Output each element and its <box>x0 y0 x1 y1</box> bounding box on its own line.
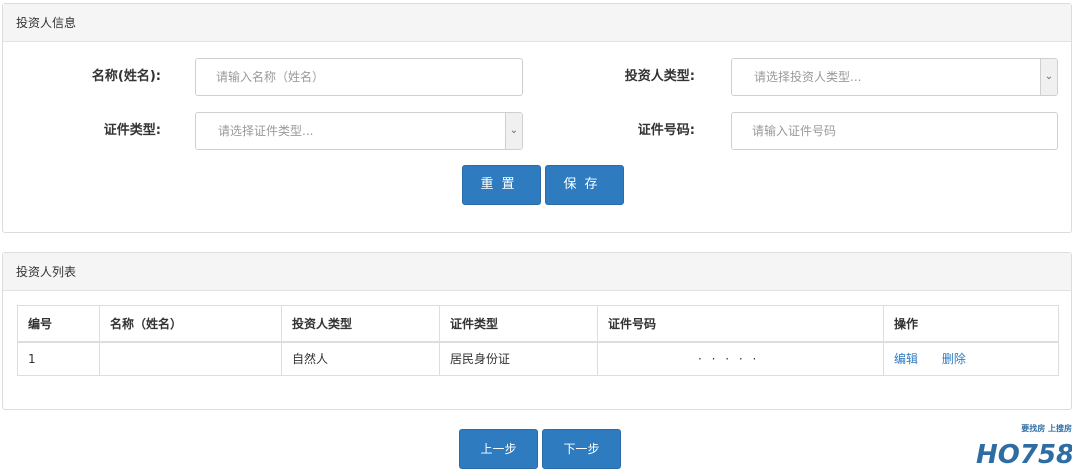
site-logo: 要找房 上搜房 HO758 <box>976 423 1074 470</box>
save-button[interactable]: 保存 <box>545 165 624 205</box>
investor-list-heading: 投资人列表 <box>3 253 1071 291</box>
column-header: 证件号码 <box>597 305 884 343</box>
table-row: 1 自然人 居民身份证 · · · · · 编辑 删除 <box>17 341 1059 376</box>
chevron-down-icon[interactable]: ⌄ <box>1040 59 1057 95</box>
cert-type-placeholder: 请选择证件类型... <box>218 124 314 138</box>
delete-link[interactable]: 删除 <box>942 352 966 366</box>
cert-type-select[interactable]: 请选择证件类型... ⌄ <box>195 112 523 150</box>
prev-step-button[interactable]: 上一步 <box>459 429 538 469</box>
cert-no-label: 证件号码: <box>637 123 695 138</box>
cell-name <box>99 341 282 376</box>
next-step-button[interactable]: 下一步 <box>542 429 621 469</box>
investor-table: 编号 名称（姓名） 投资人类型 证件类型 证件号码 操作 1 自然人 居民身份证… <box>17 305 1059 376</box>
cert-no-input[interactable] <box>731 112 1058 150</box>
investor-type-placeholder: 请选择投资人类型... <box>754 70 862 84</box>
cell-cert-type: 居民身份证 <box>439 341 598 376</box>
column-header: 编号 <box>17 305 100 343</box>
cell-no: 1 <box>17 341 100 376</box>
edit-link[interactable]: 编辑 <box>894 352 918 366</box>
name-input[interactable] <box>195 58 523 96</box>
investor-info-panel: 投资人信息 名称(姓名): 投资人类型: 请选择投资人类型... ⌄ 证件类型:… <box>2 3 1072 233</box>
cert-type-label: 证件类型: <box>103 123 161 138</box>
investor-list-panel: 投资人列表 编号 名称（姓名） 投资人类型 证件类型 证件号码 操作 1 自然人… <box>2 252 1072 410</box>
investor-type-select[interactable]: 请选择投资人类型... ⌄ <box>731 58 1058 96</box>
svg-text:HO758: HO758 <box>976 440 1072 467</box>
logo-tagline: 要找房 上搜房 <box>1021 424 1072 433</box>
column-header: 投资人类型 <box>281 305 440 343</box>
investor-info-heading: 投资人信息 <box>3 4 1071 42</box>
investor-type-label: 投资人类型: <box>624 69 695 84</box>
column-header: 名称（姓名） <box>99 305 282 343</box>
table-header-row: 编号 名称（姓名） 投资人类型 证件类型 证件号码 操作 <box>17 305 1059 343</box>
reset-button[interactable]: 重置 <box>462 165 541 205</box>
column-header: 操作 <box>883 305 1059 343</box>
cell-actions: 编辑 删除 <box>883 341 1059 376</box>
cell-investor-type: 自然人 <box>281 341 440 376</box>
cell-cert-no: · · · · · <box>597 341 884 376</box>
column-header: 证件类型 <box>439 305 598 343</box>
chevron-down-icon[interactable]: ⌄ <box>505 113 522 149</box>
name-label: 名称(姓名): <box>91 69 161 84</box>
